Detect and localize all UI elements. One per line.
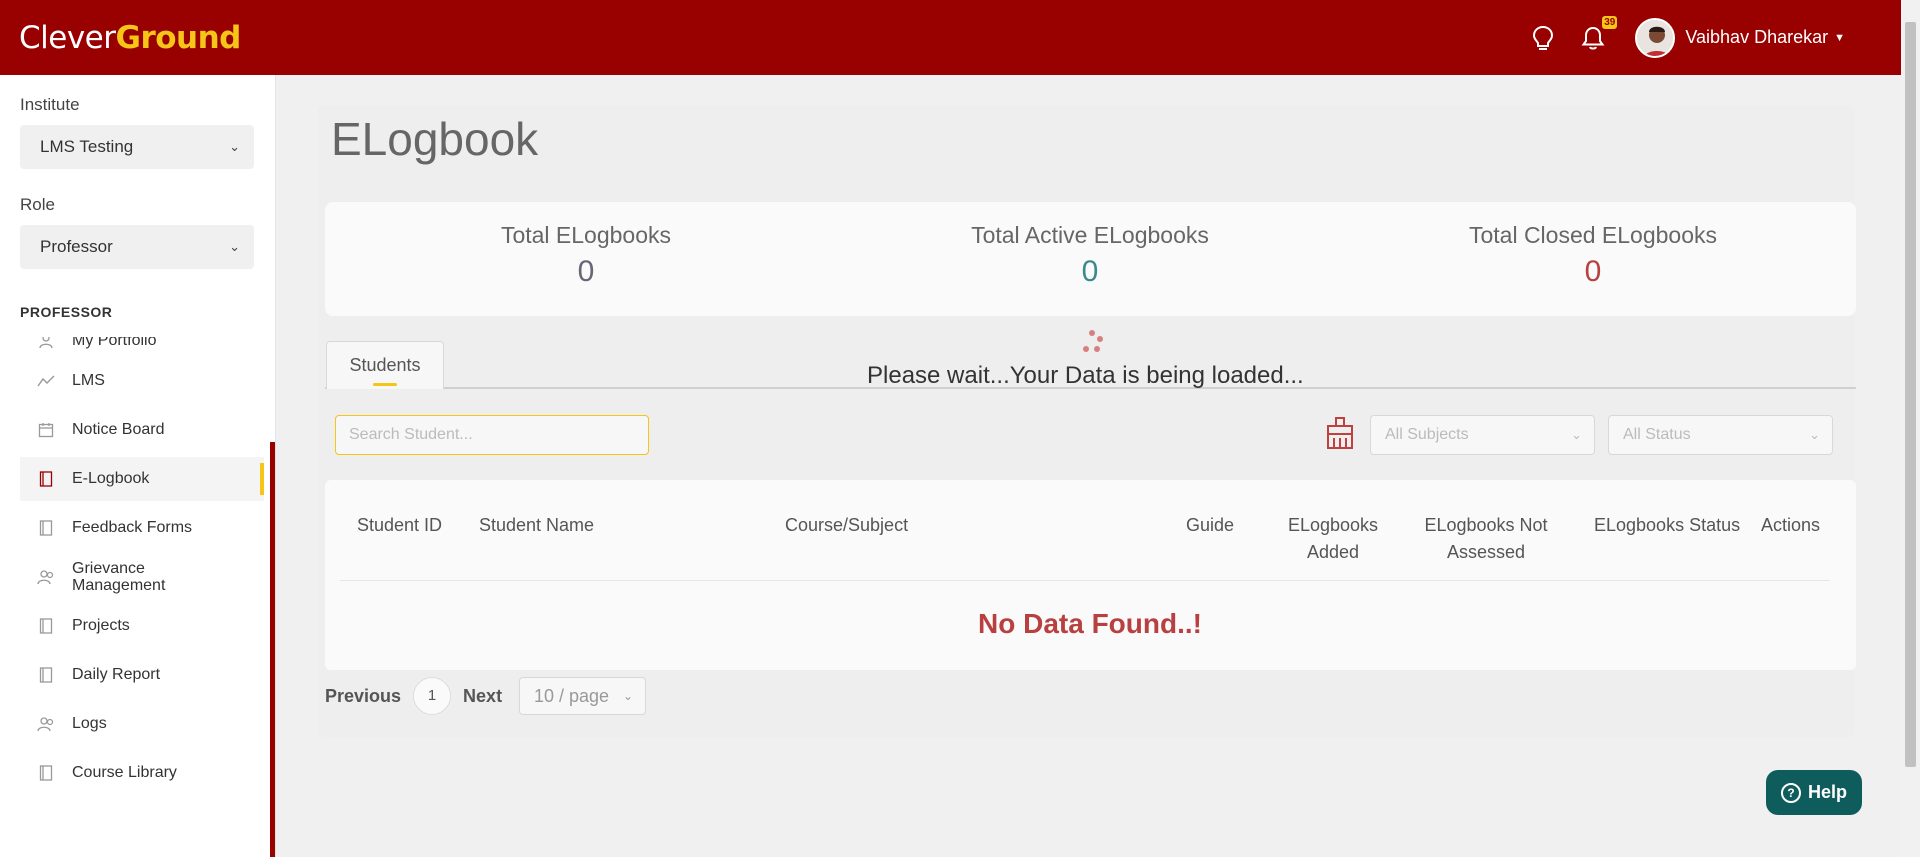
page-title: ELogbook [331, 113, 539, 165]
page-size-value: 10 / page [534, 686, 610, 706]
sidebar-item-lms[interactable]: LMS [20, 359, 264, 403]
stat-label: Total ELogbooks [500, 222, 672, 248]
sidebar: Institute LMS Testing ⌄ Role Professor ⌄… [0, 75, 276, 857]
sidebar-menu: My Portfolio LMS Notice Board E-Logbook … [20, 337, 264, 857]
column-header-elogbooks-added[interactable]: ELogbooks Added [1283, 512, 1383, 566]
previous-page-button[interactable]: Previous [325, 686, 401, 707]
loading-message: Please wait...Your Data is being loaded.… [867, 362, 1304, 389]
chevron-down-icon: ⌄ [1809, 427, 1820, 442]
status-filter-select[interactable]: All Status ⌄ [1608, 415, 1833, 455]
help-button[interactable]: ? Help [1766, 770, 1862, 815]
column-header-student-id[interactable]: Student ID [357, 512, 442, 539]
chevron-down-icon: ⌄ [229, 239, 240, 254]
stat-value: 0 [1081, 255, 1099, 288]
sidebar-item-label: Grievance Management [72, 560, 166, 594]
page-number-button[interactable]: 1 [413, 677, 452, 715]
chart-line-icon [37, 372, 55, 390]
logo-text-clever: Clever [19, 19, 116, 56]
calendar-icon [37, 421, 55, 439]
subjects-filter-select[interactable]: All Subjects ⌄ [1370, 415, 1595, 455]
chevron-down-icon: ⌄ [229, 139, 240, 154]
table-header-divider [340, 580, 1830, 581]
book-icon [37, 764, 55, 782]
pagination: Previous 1 Next [325, 677, 502, 715]
tab-active-indicator [373, 383, 397, 386]
students-table [325, 480, 1856, 670]
stat-label: Total Closed ELogbooks [1468, 222, 1718, 248]
no-data-message: No Data Found..! [978, 608, 1202, 639]
column-header-elogbooks-status[interactable]: ELogbooks Status [1594, 512, 1740, 539]
sidebar-item-label: LMS [72, 372, 105, 389]
stat-total-elogbooks: Total ELogbooks 0 [386, 222, 786, 289]
subjects-filter-value: All Subjects [1385, 426, 1469, 443]
chevron-down-icon: ⌄ [622, 689, 633, 703]
sidebar-item-label: Daily Report [72, 666, 161, 683]
tab-students[interactable]: Students [326, 341, 444, 389]
role-select[interactable]: Professor ⌄ [20, 225, 254, 269]
next-page-button[interactable]: Next [463, 686, 502, 707]
institute-label: Institute [20, 95, 80, 114]
top-right-controls: 39 Vaibhav Dharekar ▼ [1511, 0, 1845, 75]
search-student-input[interactable]: Search Student... [335, 415, 649, 455]
lightbulb-icon[interactable] [1529, 24, 1557, 52]
sidebar-item-label: Notice Board [72, 421, 165, 438]
sidebar-item-course-library[interactable]: Course Library [20, 751, 264, 795]
page-size-select[interactable]: 10 / page ⌄ [519, 677, 646, 715]
bell-icon[interactable]: 39 [1579, 15, 1618, 52]
sidebar-item-label: Feedback Forms [72, 519, 193, 536]
institute-select[interactable]: LMS Testing ⌄ [20, 125, 254, 169]
broom-clear-filter-icon[interactable] [1324, 416, 1356, 450]
top-bar: CleverGround 39 Vaibhav Dharekar ▼ [0, 0, 1901, 75]
sidebar-item-label: Course Library [72, 764, 177, 781]
help-label: Help [1807, 782, 1847, 802]
column-header-student-name[interactable]: Student Name [479, 512, 594, 539]
column-header-actions[interactable]: Actions [1761, 512, 1820, 539]
page-scrollbar[interactable] [1901, 0, 1920, 857]
role-select-value: Professor [40, 237, 113, 256]
stat-total-closed-elogbooks: Total Closed ELogbooks 0 [1393, 222, 1793, 289]
column-header-elogbooks-not-assessed[interactable]: ELogbooks Not Assessed [1418, 512, 1554, 566]
book-icon [37, 470, 55, 488]
clever-ground-logo[interactable]: CleverGround [19, 20, 241, 56]
stat-label: Total Active ELogbooks [971, 222, 1209, 248]
sidebar-item-feedback-forms[interactable]: Feedback Forms [20, 506, 264, 550]
column-header-guide[interactable]: Guide [1186, 512, 1234, 539]
sidebar-item-label: Logs [72, 715, 107, 732]
institute-select-value: LMS Testing [40, 137, 134, 156]
book-icon [37, 519, 55, 537]
logo-text-ground: Ground [115, 19, 242, 56]
question-circle-icon: ? [1780, 782, 1801, 803]
sidebar-item-label: E-Logbook [72, 470, 150, 487]
role-label: Role [20, 195, 55, 214]
column-header-course-subject[interactable]: Course/Subject [785, 512, 908, 539]
sidebar-scrollbar[interactable] [270, 442, 275, 857]
loading-spinner-icon [1083, 330, 1103, 352]
sidebar-item-daily-report[interactable]: Daily Report [20, 653, 264, 697]
sidebar-section-title: PROFESSOR [20, 304, 113, 320]
sidebar-item-e-logbook[interactable]: E-Logbook [20, 457, 264, 501]
avatar[interactable] [1635, 17, 1676, 58]
sidebar-item-grievance-management[interactable]: Grievance Management [20, 552, 264, 602]
sidebar-item-label: My Portfolio [72, 337, 157, 349]
user-icon [37, 337, 55, 350]
status-filter-value: All Status [1623, 426, 1691, 443]
user-menu-caret-icon[interactable]: ▼ [1834, 32, 1845, 44]
users-icon [37, 568, 55, 586]
stat-value: 0 [577, 255, 595, 288]
sidebar-item-my-portfolio[interactable]: My Portfolio [20, 337, 264, 359]
users-icon [37, 715, 55, 733]
stat-value: 0 [1584, 255, 1602, 288]
page-scrollbar-thumb[interactable] [1905, 22, 1916, 767]
user-name[interactable]: Vaibhav Dharekar [1685, 27, 1828, 48]
active-indicator [260, 463, 264, 495]
stat-total-active-elogbooks: Total Active ELogbooks 0 [890, 222, 1290, 289]
stats-panel: Total ELogbooks 0 Total Active ELogbooks… [325, 202, 1856, 316]
notification-badge: 39 [1602, 15, 1618, 29]
book-icon [37, 666, 55, 684]
sidebar-item-logs[interactable]: Logs [20, 702, 264, 746]
chevron-down-icon: ⌄ [1571, 427, 1582, 442]
sidebar-item-notice-board[interactable]: Notice Board [20, 408, 264, 452]
